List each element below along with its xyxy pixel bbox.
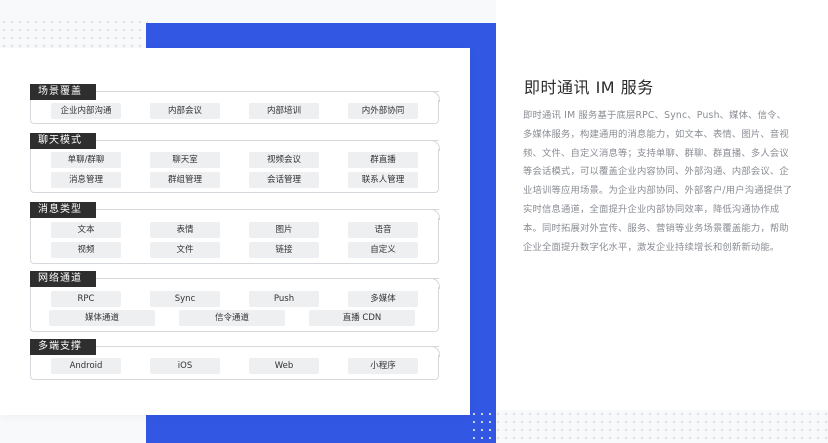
chip-contact-management: 联系人管理 xyxy=(348,172,418,188)
section-tag: 多端支撑 xyxy=(30,339,96,355)
feature-diagram-card: 场景覆盖 企业内部沟通 内部会议 内部培训 内外部协同 聊天模式 单聊/群聊 聊… xyxy=(0,48,470,415)
dot-pattern-bottom-right xyxy=(470,410,828,443)
section-scenarios: 场景覆盖 企业内部沟通 内部会议 内部培训 内外部协同 xyxy=(30,84,440,124)
chip-internal-meeting: 内部会议 xyxy=(150,103,220,119)
section-tag: 消息类型 xyxy=(30,202,96,218)
section-chat-modes: 聊天模式 单聊/群聊 聊天室 视频会议 群直播 消息管理 群组管理 会话管理 联… xyxy=(30,133,440,193)
chip-chatroom: 聊天室 xyxy=(150,152,220,168)
chip-file: 文件 xyxy=(150,242,220,258)
chip-image: 图片 xyxy=(249,222,319,238)
section-multi-platform: 多端支撑 Android iOS Web 小程序 xyxy=(30,339,440,380)
chip-mini-program: 小程序 xyxy=(348,358,418,374)
chip-sync: Sync xyxy=(150,291,220,307)
chip-media-channel: 媒体通道 xyxy=(49,310,155,326)
chip-signaling-channel: 信令通道 xyxy=(179,310,285,326)
chip-text: 文本 xyxy=(51,222,121,238)
section-tag: 聊天模式 xyxy=(30,133,96,149)
chip-web: Web xyxy=(249,358,319,374)
chip-emoji: 表情 xyxy=(150,222,220,238)
chip-internal-training: 内部培训 xyxy=(249,103,319,119)
chip-link: 链接 xyxy=(249,242,319,258)
chip-rpc: RPC xyxy=(51,291,121,307)
chip-live-cdn: 直播 CDN xyxy=(309,310,415,326)
section-tag: 场景覆盖 xyxy=(30,84,96,100)
dot-pattern-top-left xyxy=(0,18,148,52)
chip-single-group-chat: 单聊/群聊 xyxy=(51,152,121,168)
chip-internal-external-collab: 内外部协同 xyxy=(348,103,418,119)
chip-push: Push xyxy=(249,291,319,307)
section-message-types: 消息类型 文本 表情 图片 语音 视频 文件 链接 自定义 xyxy=(30,202,440,264)
chip-session-management: 会话管理 xyxy=(249,172,319,188)
chip-android: Android xyxy=(51,358,121,374)
chip-group-live: 群直播 xyxy=(348,152,418,168)
service-title: 即时通讯 IM 服务 xyxy=(524,78,654,97)
chip-video: 视频 xyxy=(51,242,121,258)
chip-video-conference: 视频会议 xyxy=(249,152,319,168)
chip-internal-communication: 企业内部沟通 xyxy=(51,103,121,119)
chip-message-management: 消息管理 xyxy=(51,172,121,188)
chip-custom: 自定义 xyxy=(348,242,418,258)
section-tag: 网络通道 xyxy=(30,271,96,287)
chip-voice: 语音 xyxy=(348,222,418,238)
service-description: 即时通讯 IM 服务基于底层RPC、Sync、Push、媒体、信令、多媒体服务，… xyxy=(523,110,793,253)
section-network-channels: 网络通道 RPC Sync Push 多媒体 媒体通道 信令通道 直播 CDN xyxy=(30,271,440,332)
chip-group-management: 群组管理 xyxy=(150,172,220,188)
chip-ios: iOS xyxy=(150,358,220,374)
chip-multimedia: 多媒体 xyxy=(348,291,418,307)
